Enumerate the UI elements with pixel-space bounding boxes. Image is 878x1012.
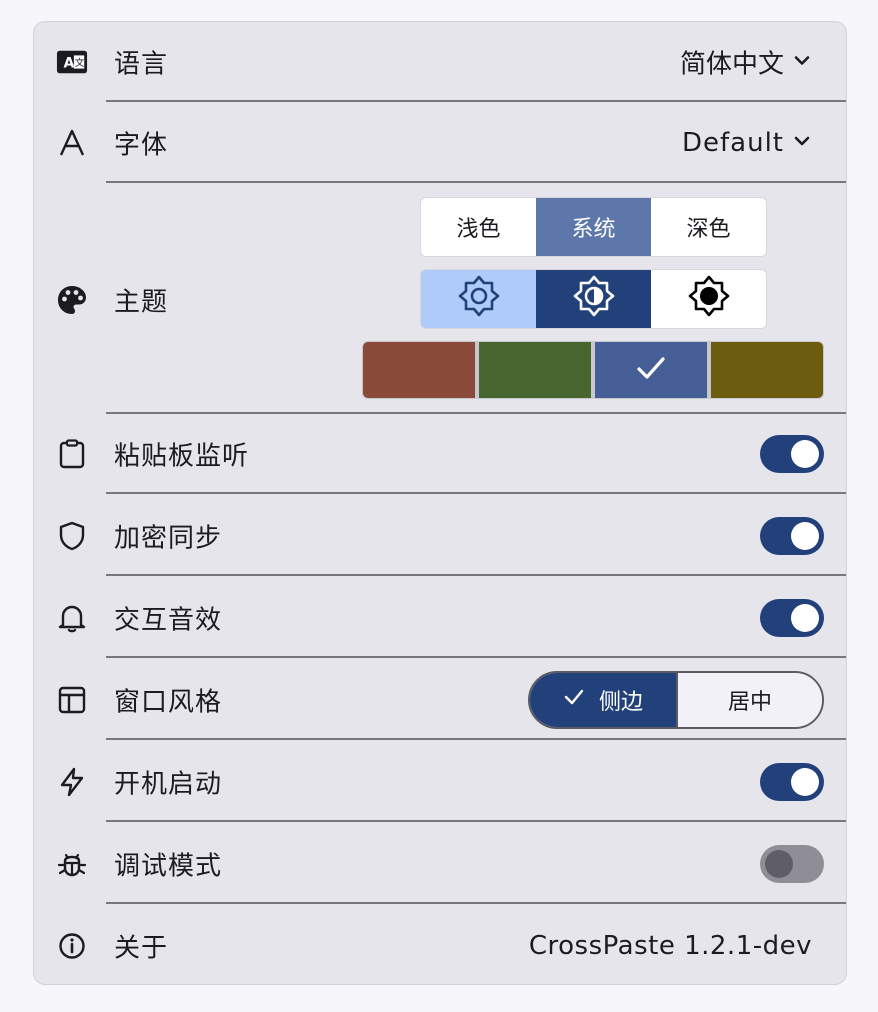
- swatch-green[interactable]: [479, 342, 591, 398]
- sound-effects-toggle[interactable]: [760, 599, 824, 637]
- language-value: 简体中文: [679, 49, 784, 80]
- theme-row: 主题 浅色 系统 深色: [34, 184, 846, 414]
- app-version: CrossPaste 1.2.1-dev: [528, 931, 812, 961]
- layout-icon: [56, 684, 88, 716]
- window-style-side-label: 侧边: [598, 690, 643, 715]
- encrypted-sync-row: 加密同步: [34, 496, 846, 576]
- system-mode-button[interactable]: [536, 270, 651, 328]
- chevron-down-icon: [792, 47, 812, 77]
- window-style-side[interactable]: 侧边: [530, 673, 676, 727]
- font-icon: [56, 127, 88, 159]
- divider: [106, 181, 846, 183]
- sound-effects-row: 交互音效: [34, 578, 846, 658]
- color-swatches: [362, 341, 824, 399]
- about-label: 关于: [114, 933, 169, 964]
- divider: [106, 574, 846, 576]
- toggle-knob: [791, 522, 819, 550]
- swatch-olive[interactable]: [711, 342, 823, 398]
- check-icon: [563, 686, 585, 714]
- launch-at-startup-label: 开机启动: [114, 769, 223, 800]
- dark-mode-button[interactable]: [651, 270, 766, 328]
- window-style-selector: 侧边 居中: [528, 671, 824, 729]
- toggle-knob: [765, 850, 793, 878]
- window-style-center[interactable]: 居中: [676, 673, 822, 727]
- debug-mode-toggle[interactable]: [760, 845, 824, 883]
- divider: [106, 492, 846, 494]
- toggle-knob: [791, 604, 819, 632]
- theme-mode-selector: 浅色 系统 深色: [420, 197, 767, 257]
- divider: [106, 100, 846, 102]
- font-value: Default: [682, 128, 784, 158]
- brightness-dark-icon: [687, 274, 731, 324]
- theme-mode-system[interactable]: 系统: [536, 198, 651, 256]
- toggle-knob: [791, 440, 819, 468]
- clipboard-monitor-label: 粘贴板监听: [114, 441, 250, 472]
- theme-label: 主题: [114, 287, 169, 318]
- brightness-auto-icon: [572, 274, 616, 324]
- launch-at-startup-row: 开机启动: [34, 742, 846, 822]
- window-style-center-label: 居中: [727, 690, 772, 715]
- window-style-label: 窗口风格: [114, 687, 223, 718]
- chevron-down-icon: [792, 128, 812, 158]
- debug-mode-row: 调试模式: [34, 824, 846, 904]
- about-row[interactable]: 关于 CrossPaste 1.2.1-dev: [34, 906, 846, 984]
- language-label: 语言: [114, 49, 169, 80]
- divider: [106, 738, 846, 740]
- theme-mode-light[interactable]: 浅色: [421, 198, 536, 256]
- font-row[interactable]: 字体 Default: [34, 103, 846, 183]
- svg-text:A: A: [64, 56, 75, 72]
- divider: [106, 820, 846, 822]
- bolt-icon: [56, 766, 88, 798]
- toggle-knob: [791, 768, 819, 796]
- brightness-light-icon: [457, 274, 501, 324]
- clipboard-monitor-row: 粘贴板监听: [34, 414, 846, 494]
- palette-icon: [56, 284, 88, 316]
- divider: [106, 902, 846, 904]
- language-row[interactable]: A 文 语言 简体中文: [34, 22, 846, 102]
- clipboard-icon: [56, 438, 88, 470]
- clipboard-monitor-toggle[interactable]: [760, 435, 824, 473]
- info-icon: [56, 930, 88, 962]
- font-label: 字体: [114, 130, 169, 161]
- encrypted-sync-label: 加密同步: [114, 523, 223, 554]
- language-dropdown[interactable]: 简体中文: [680, 44, 812, 81]
- theme-mode-icons: [420, 269, 767, 329]
- sound-effects-label: 交互音效: [114, 605, 223, 636]
- encrypted-sync-toggle[interactable]: [760, 517, 824, 555]
- svg-text:文: 文: [75, 57, 85, 69]
- divider: [106, 656, 846, 658]
- check-icon: [634, 351, 668, 389]
- light-mode-button[interactable]: [421, 270, 536, 328]
- debug-mode-label: 调试模式: [114, 851, 223, 882]
- bug-icon: [56, 848, 88, 880]
- settings-card: A 文 语言 简体中文 字体 Default 主题 浅色 系统 深色 粘贴板监听…: [33, 21, 847, 985]
- shield-icon: [56, 520, 88, 552]
- swatch-red[interactable]: [363, 342, 475, 398]
- bell-icon: [56, 602, 88, 634]
- font-dropdown[interactable]: Default: [682, 128, 812, 158]
- translate-icon: A 文: [56, 46, 88, 78]
- swatch-blue[interactable]: [595, 342, 707, 398]
- theme-mode-dark[interactable]: 深色: [651, 198, 766, 256]
- launch-at-startup-toggle[interactable]: [760, 763, 824, 801]
- window-style-row: 窗口风格 侧边 居中: [34, 660, 846, 740]
